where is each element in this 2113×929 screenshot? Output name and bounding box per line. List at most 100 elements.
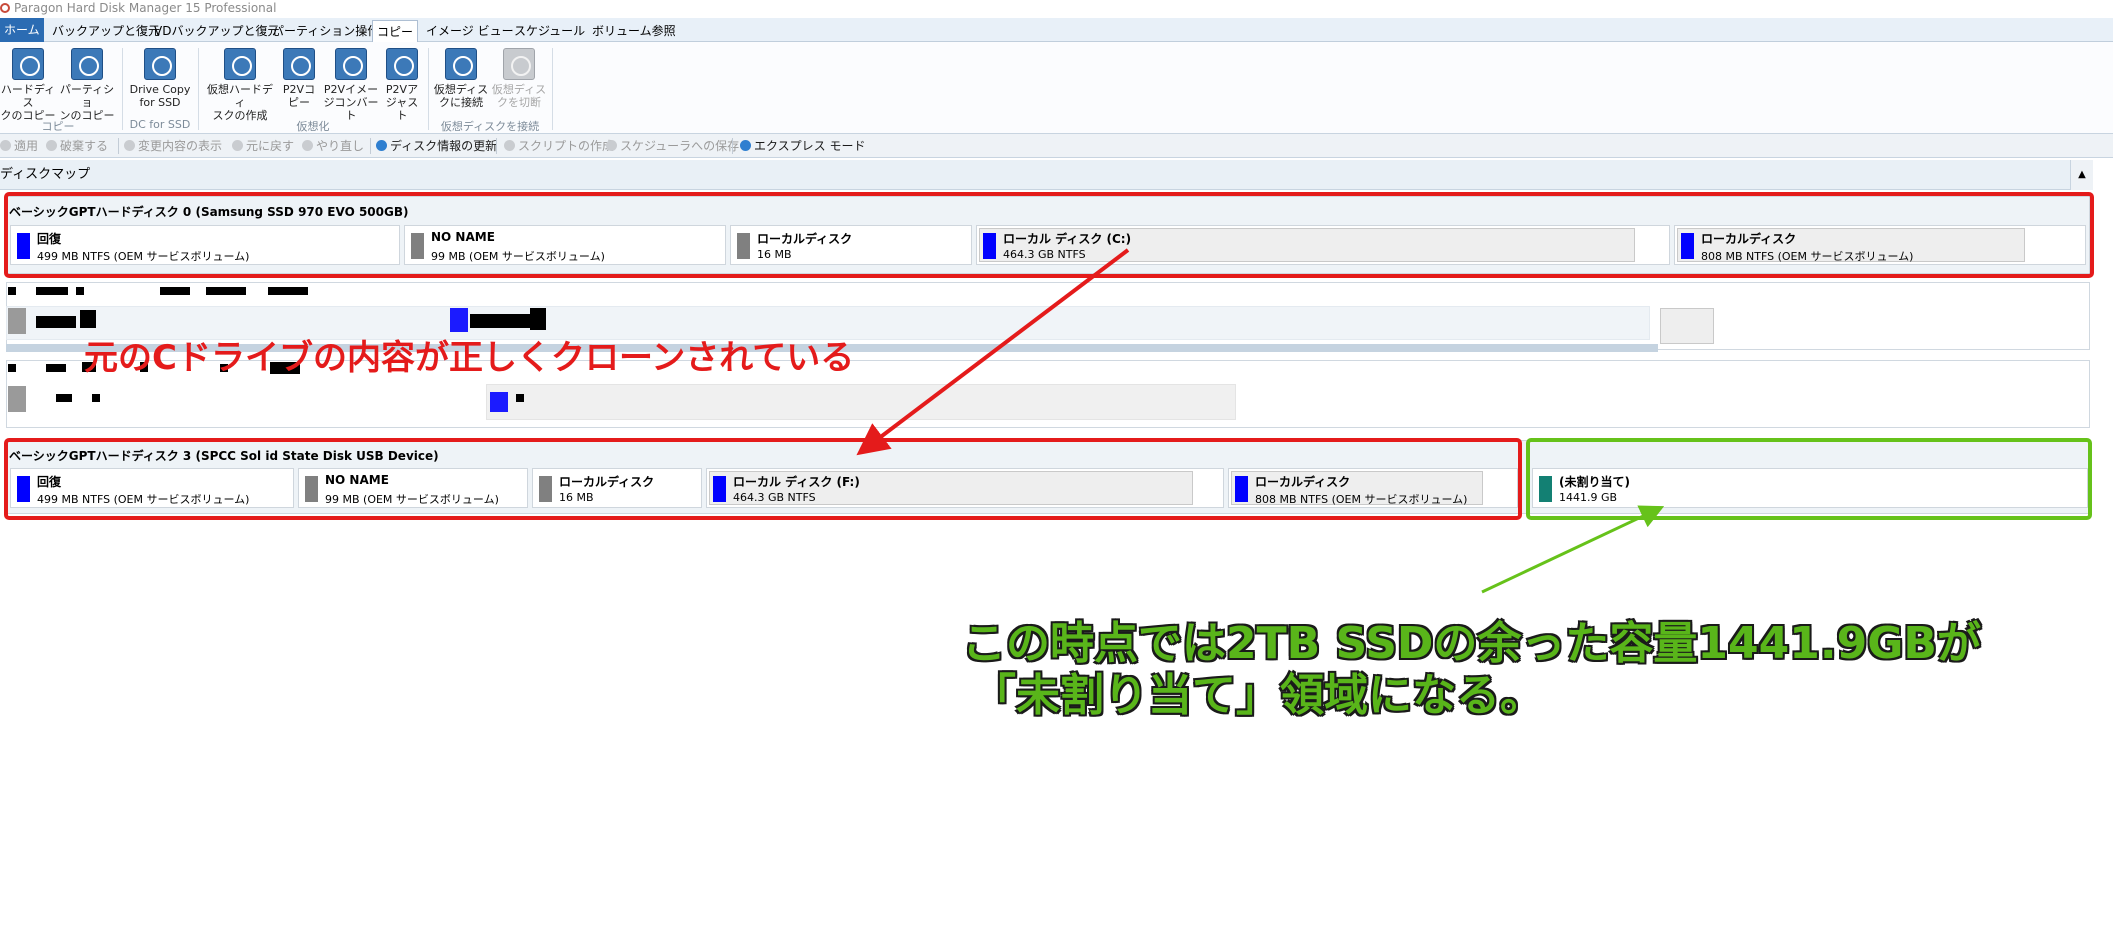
annotation-red-note: 元のCドライブの内容が正しくクローンされている [84,338,855,378]
show-changes-icon [124,140,135,151]
discard-button[interactable]: 破棄する [46,134,108,158]
annotation-red-box-disk3 [4,438,1522,520]
save-scheduler-label: スケジューラへの保存 [620,139,740,153]
script-icon [504,140,515,151]
refresh-disk-info-button[interactable]: ディスク情報の更新 [376,134,497,158]
app-logo-icon [0,3,10,13]
refresh-label: ディスク情報の更新 [390,139,498,153]
p2v-copy-icon [283,48,315,80]
virtual-disk-disconnect-button[interactable]: 仮想ディス クを切断 [490,48,548,109]
title-bar: Paragon Hard Disk Manager 15 Professiona… [0,0,2113,18]
tab-vd-backup-restore[interactable]: VDバックアップと復元 [150,20,283,42]
annotation-green-box-unallocated [1526,438,2092,520]
save-scheduler-button[interactable]: スケジューラへの保存 [606,134,739,158]
virtual-disk-disconnect-label1: 仮想ディス [491,83,547,96]
redacted-mark [36,316,76,328]
redacted-mark [530,308,546,330]
disk-copy-button[interactable]: ハードディス クのコピー [0,48,56,122]
group-label-copy: コピー [41,120,75,133]
virtual-disk-connect-button[interactable]: 仮想ディス クに接続 [432,48,490,109]
group-label-virtualization: 仮想化 [296,120,330,133]
discard-icon [46,140,57,151]
tab-home[interactable]: ホーム [0,18,44,42]
virtual-disk-create-icon [224,48,256,80]
toolbar-separator [496,138,497,154]
undo-button[interactable]: 元に戻す [232,134,294,158]
virtual-disk-disconnect-icon [503,48,535,80]
menu-tabs: ホーム バックアップと復元 VDバックアップと復元 パーティション操作 コピー … [0,18,2113,43]
annotation-green-line2: 「未割り当て」領域になる。 [972,670,1544,721]
redacted-mark [8,308,26,334]
group-label-virtual-connect: 仮想ディスクを接続 [440,120,540,133]
redacted-mark [56,394,72,402]
partition-copy-button[interactable]: パーティショ ンのコピー [58,48,116,122]
virtual-disk-create-label1: 仮想ハードディ [207,83,273,109]
virtual-disk-connect-label2: クに接続 [439,96,483,109]
toolbar: 適用 破棄する 変更内容の表示 元に戻す やり直し ディスク情報の更新 スクリプ… [0,134,2113,158]
drive-copy-label2: for SSD [139,96,181,109]
p2v-image-convert-button[interactable]: P2Vイメー ジコンバート [320,48,382,122]
discard-label: 破棄する [60,139,109,153]
redacted-partition-area [1660,308,1714,344]
redacted-mark [470,314,530,328]
apply-button[interactable]: 適用 [0,134,38,158]
group-label-dc-ssd: DC for SSD [129,118,191,131]
collapse-button[interactable]: ▲ [2070,160,2093,190]
tab-copy[interactable]: コピー [372,20,419,43]
drive-copy-ssd-icon [144,48,176,80]
express-mode-icon [740,140,751,151]
disk-copy-label1: ハードディス [0,83,56,109]
virtual-disk-connect-label1: 仮想ディス [433,83,489,96]
express-mode-label: エクスプレス モード [754,139,866,153]
apply-label: 適用 [14,139,39,153]
drive-copy-ssd-button[interactable]: Drive Copy for SSD [128,48,192,109]
redacted-mark [36,287,68,295]
redacted-mark [8,287,16,295]
express-mode-button[interactable]: エクスプレス モード [740,134,865,158]
redacted-partition-area [486,384,1236,420]
redacted-mark [160,287,190,295]
tab-schedule[interactable]: スケジュール [510,20,589,42]
redacted-mark [490,392,508,412]
scheduler-icon [606,140,617,151]
ribbon-separator [428,48,429,130]
virtual-disk-create-button[interactable]: 仮想ハードディ スクの作成 [204,48,276,122]
toolbar-separator [732,138,733,154]
tab-partition-operations[interactable]: パーティション操作 [268,20,383,42]
show-changes-button[interactable]: 変更内容の表示 [124,134,222,158]
disk-copy-icon [12,48,44,80]
redacted-mark [46,364,66,372]
toolbar-separator [370,138,371,154]
toolbar-separator [118,138,119,154]
redacted-mark [8,386,26,412]
create-script-button[interactable]: スクリプトの作成 [504,134,614,158]
redacted-mark [268,287,308,295]
redo-button[interactable]: やり直し [302,134,364,158]
tab-image-view[interactable]: イメージ ビュー [422,20,518,42]
redo-label: やり直し [316,139,365,153]
partition-copy-icon [71,48,103,80]
ribbon-separator [552,48,553,130]
apply-icon [0,140,11,151]
virtual-disk-disconnect-label2: クを切断 [497,96,541,109]
p2v-copy-label2: ピー [288,96,310,109]
p2v-copy-button[interactable]: P2Vコ ピー [280,48,318,109]
p2v-image-convert-label1: P2Vイメー [323,83,379,96]
annotation-red-box-disk0 [4,192,2094,278]
refresh-icon [376,140,387,151]
tab-backup-restore[interactable]: バックアップと復元 [48,20,164,42]
p2v-adjust-button[interactable]: P2Vア ジャスト [382,48,422,122]
p2v-adjust-icon [386,48,418,80]
window-title: Paragon Hard Disk Manager 15 Professiona… [14,1,277,15]
create-script-label: スクリプトの作成 [518,139,615,153]
p2v-copy-label1: P2Vコ [282,83,316,96]
tab-volume-browse[interactable]: ボリューム参照 [588,20,680,42]
p2v-adjust-label1: P2Vア [385,83,419,96]
undo-label: 元に戻す [246,139,295,153]
redacted-mark [92,394,100,402]
redacted-mark [516,394,524,402]
redacted-mark [80,310,96,328]
redacted-mark [8,364,16,372]
undo-icon [232,140,243,151]
annotation-green-line1: この時点では2TB SSDの余った容量1441.9GBが [962,618,1981,669]
